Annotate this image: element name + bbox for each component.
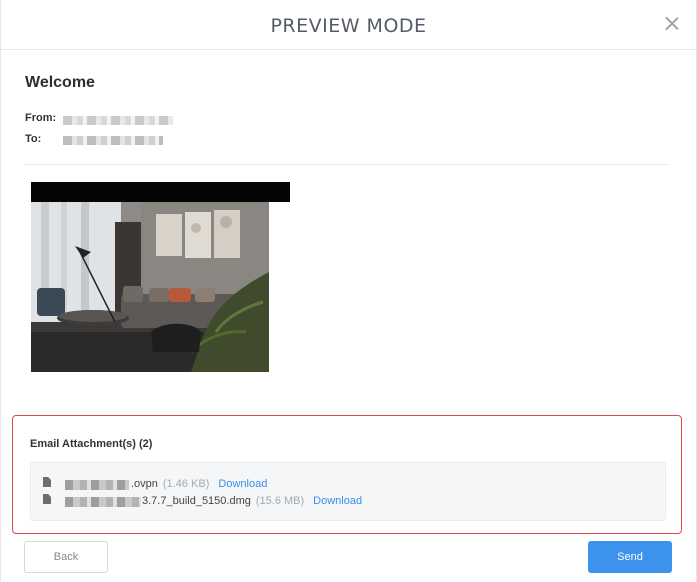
download-link[interactable]: Download (218, 478, 267, 490)
living-room-image (31, 202, 269, 372)
attachment-size: (1.46 KB) (162, 478, 210, 490)
attachment-size: (15.6 MB) (255, 495, 305, 507)
to-address-redacted (63, 136, 163, 145)
attachments-list: .ovpn (1.46 KB) Download 3.7.7_build_5150.… (30, 462, 666, 521)
attachments-title: Email Attachment(s) (2) (30, 438, 153, 450)
attachment-filename: 3.7.7_build_5150.dmg (142, 495, 251, 507)
email-body-image (31, 202, 269, 372)
send-button[interactable]: Send (588, 541, 672, 573)
modal-header: PREVIEW MODE (1, 0, 696, 50)
close-icon[interactable] (662, 14, 682, 34)
from-address-redacted (63, 116, 173, 125)
preview-modal: PREVIEW MODE Welcome From: To: Email Att… (0, 0, 697, 582)
file-icon (43, 477, 51, 487)
header-divider (25, 164, 670, 165)
email-subject: Welcome (25, 74, 95, 91)
filename-redacted (65, 480, 129, 490)
to-label: To: (25, 133, 42, 145)
back-button[interactable]: Back (24, 541, 108, 573)
modal-title: PREVIEW MODE (270, 15, 427, 37)
redacted-banner (31, 182, 290, 202)
from-label: From: (25, 112, 57, 124)
attachment-filename: .ovpn (131, 478, 158, 490)
download-link[interactable]: Download (313, 495, 362, 507)
filename-redacted (65, 497, 141, 507)
file-icon (43, 494, 51, 504)
